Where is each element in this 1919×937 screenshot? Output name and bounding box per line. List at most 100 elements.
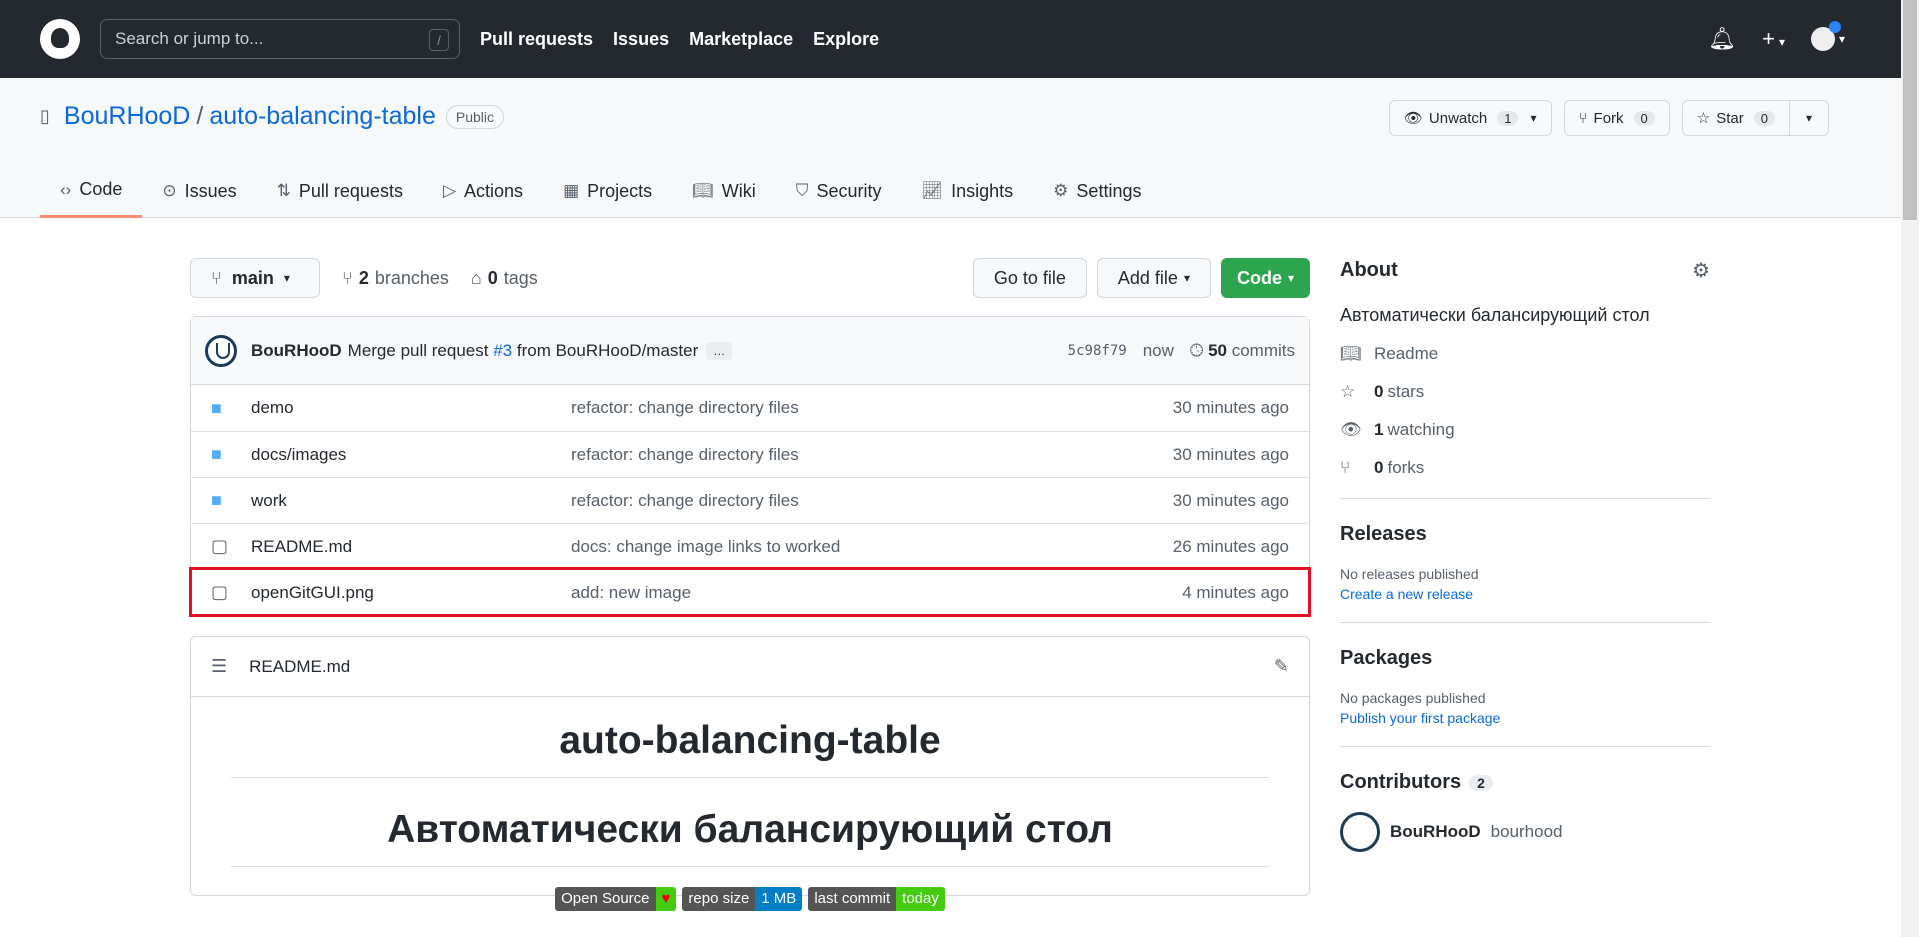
- play-icon: ▷: [442, 181, 457, 200]
- tab-issues[interactable]: ⊙ Issues: [142, 164, 256, 218]
- contributor-login: bourhood: [1490, 822, 1563, 841]
- avatar[interactable]: [205, 334, 237, 367]
- last-commit-badge[interactable]: last commit today: [808, 887, 945, 911]
- tab-wiki[interactable]: 📖︎ Wiki: [672, 164, 776, 218]
- nav-issues[interactable]: Issues: [613, 29, 669, 50]
- tab-actions[interactable]: ▷ Actions: [423, 164, 543, 218]
- tab-label: Wiki: [721, 180, 756, 201]
- star-dropdown-button[interactable]: ▾: [1789, 100, 1829, 136]
- create-release-link[interactable]: Create a new release: [1340, 586, 1710, 602]
- tab-label: Code: [79, 179, 123, 199]
- publish-package-link[interactable]: Publish your first package: [1340, 710, 1710, 726]
- search-input[interactable]: Search or jump to... /: [100, 19, 460, 59]
- file-icon: ▢: [211, 536, 229, 556]
- commit-message[interactable]: Merge pull request #3 from BouRHooD/mast…: [348, 341, 699, 361]
- scrollbar-thumb[interactable]: [1903, 0, 1917, 220]
- contributors-title: Contributors: [1340, 771, 1462, 793]
- file-age: 4 minutes ago: [1182, 582, 1289, 602]
- file-name[interactable]: openGitGUI.png: [251, 583, 571, 603]
- file-commit-message[interactable]: refactor: change directory files: [571, 445, 1173, 465]
- plus-icon[interactable]: + ▾: [1762, 26, 1785, 52]
- nav-pull-requests[interactable]: Pull requests: [480, 29, 593, 50]
- open-source-badge[interactable]: Open Source ♥: [555, 887, 677, 911]
- tab-security[interactable]: ⛉ Security: [776, 164, 902, 218]
- file-row[interactable]: ■ docs/images refactor: change directory…: [191, 431, 1309, 477]
- tab-projects[interactable]: ▦ Projects: [543, 164, 672, 218]
- tab-label: Settings: [1076, 180, 1142, 201]
- repo-name-link[interactable]: auto-balancing-table: [209, 102, 436, 131]
- tab-insights[interactable]: 📈︎ Insights: [902, 164, 1034, 218]
- file-commit-message[interactable]: refactor: change directory files: [571, 491, 1173, 511]
- packages-heading[interactable]: Packages: [1340, 647, 1710, 670]
- main-content: ⑂ main ▾ ⑂ 2 branches ⌂ 0 tags Go to fil…: [189, 258, 1311, 911]
- folder-icon: ■: [211, 444, 222, 464]
- star-button[interactable]: ☆ Star 0: [1681, 100, 1790, 136]
- releases-heading[interactable]: Releases: [1340, 523, 1710, 546]
- star-label: Star: [1716, 109, 1744, 127]
- nav-marketplace[interactable]: Marketplace: [689, 29, 793, 50]
- nav-explore[interactable]: Explore: [813, 29, 879, 50]
- code-button[interactable]: Code ▾: [1220, 258, 1310, 298]
- search-shortcut-key: /: [429, 29, 449, 51]
- commits-link[interactable]: 🕓︎ 50 commits: [1190, 341, 1295, 361]
- forks-label: forks: [1387, 458, 1425, 477]
- file-row-highlighted[interactable]: ▢ openGitGUI.png add: new image 4 minute…: [189, 567, 1311, 617]
- fork-button[interactable]: ⑂ Fork 0: [1563, 100, 1670, 136]
- expand-commit-button[interactable]: …: [706, 341, 733, 360]
- issue-icon: ⊙: [162, 181, 177, 200]
- latest-commit-bar: BouRHooD Merge pull request #3 from BouR…: [191, 317, 1309, 385]
- repo-header: ▯ BouRHooD / auto-balancing-table Public…: [0, 78, 1901, 218]
- file-row[interactable]: ▢ README.md docs: change image links to …: [191, 523, 1309, 569]
- list-icon[interactable]: ☰: [211, 656, 227, 677]
- repo-separator: /: [196, 102, 204, 130]
- contributor-item[interactable]: BouRHooD bourhood: [1340, 812, 1710, 852]
- file-name[interactable]: work: [251, 491, 571, 511]
- file-name[interactable]: demo: [251, 398, 571, 418]
- file-row[interactable]: ■ work refactor: change directory files …: [191, 477, 1309, 523]
- pencil-icon[interactable]: ✎: [1274, 656, 1289, 677]
- commit-author[interactable]: BouRHooD: [251, 341, 342, 361]
- forks-link[interactable]: ⑂ 0 forks: [1340, 458, 1710, 478]
- tab-label: Security: [816, 180, 882, 201]
- file-commit-message[interactable]: refactor: change directory files: [571, 398, 1173, 418]
- tag-icon: ⌂: [470, 267, 482, 288]
- fork-label: Fork: [1593, 109, 1624, 127]
- unwatch-button[interactable]: 👁︎ Unwatch 1 ▾: [1388, 100, 1552, 136]
- badge-left: Open Source: [555, 887, 656, 911]
- chevron-down-icon: ▾: [1805, 111, 1812, 125]
- tags-link[interactable]: ⌂ 0 tags: [471, 268, 538, 289]
- readme-link[interactable]: 📖︎ Readme: [1340, 344, 1710, 364]
- tab-pull-requests[interactable]: ⇅ Pull requests: [257, 164, 423, 218]
- bell-icon[interactable]: 🔔︎: [1708, 26, 1736, 52]
- divider: [1340, 498, 1710, 499]
- tab-code[interactable]: ‹› Code: [40, 164, 143, 218]
- tab-label: Pull requests: [298, 180, 403, 201]
- file-commit-message[interactable]: docs: change image links to worked: [571, 537, 1173, 557]
- repo-size-badge[interactable]: repo size 1 MB: [682, 887, 803, 911]
- tab-settings[interactable]: ⚙ Settings: [1033, 164, 1161, 218]
- badge-left: last commit: [808, 887, 897, 911]
- add-file-button[interactable]: Add file ▾: [1096, 258, 1211, 298]
- releases-empty: No releases published: [1340, 566, 1479, 582]
- scrollbar[interactable]: [1901, 0, 1919, 937]
- user-menu[interactable]: ▾: [1810, 21, 1845, 51]
- pr-link[interactable]: #3: [493, 341, 512, 360]
- gear-icon[interactable]: ⚙: [1692, 258, 1710, 283]
- file-name[interactable]: README.md: [251, 537, 571, 557]
- readme-filename: README.md: [249, 656, 351, 676]
- go-to-file-button[interactable]: Go to file: [972, 258, 1087, 298]
- book-icon: 📖︎: [1340, 344, 1362, 363]
- branches-link[interactable]: ⑂ 2 branches: [342, 268, 449, 289]
- chevron-down-icon: ▾: [1287, 271, 1294, 285]
- repo-owner-link[interactable]: BouRHooD: [64, 102, 190, 131]
- file-name[interactable]: docs/images: [251, 445, 571, 465]
- branch-selector[interactable]: ⑂ main ▾: [190, 258, 320, 298]
- file-row[interactable]: ■ demo refactor: change directory files …: [191, 385, 1309, 431]
- github-logo-icon[interactable]: [40, 19, 80, 59]
- commit-sha[interactable]: 5c98f79: [1068, 343, 1127, 359]
- watching-link[interactable]: 👁︎ 1 watching: [1340, 420, 1710, 440]
- chevron-down-icon: ▾: [283, 271, 290, 285]
- contributors-heading[interactable]: Contributors 2: [1340, 771, 1710, 794]
- stars-link[interactable]: ☆ 0 stars: [1340, 382, 1710, 402]
- file-commit-message[interactable]: add: new image: [571, 583, 1182, 603]
